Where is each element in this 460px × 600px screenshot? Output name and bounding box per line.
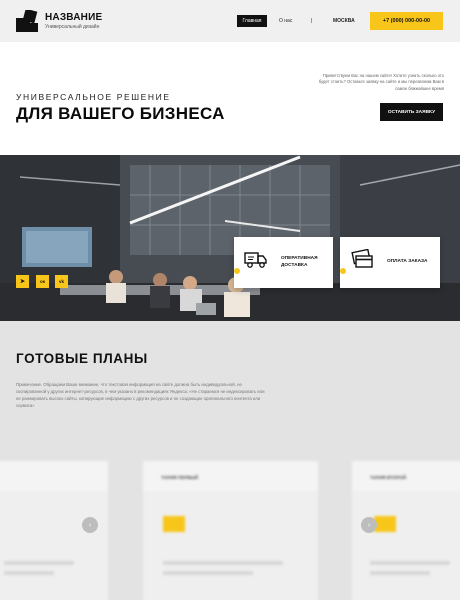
nav-about[interactable]: О нас [279,18,292,24]
telegram-icon[interactable]: ➤ [16,275,29,288]
feature-label-line: ДОСТАВКА [281,262,308,268]
phone-button[interactable]: +7 (000) 000-00-00 [370,12,443,30]
logo-icon[interactable] [16,10,38,32]
placeholder-line [370,571,430,575]
plan-name: ТАРИФ ПЕРВЫЙ [161,475,199,480]
site-header: НАЗВАНИЕ Универсальный дизайн Главная О … [0,0,460,42]
feature-card-payment[interactable]: ОПЛАТА ЗАКАЗА [340,237,440,288]
section-title: ГОТОВЫЕ ПЛАНЫ [16,351,148,366]
accent-dot [234,268,240,274]
delivery-truck-icon [244,252,267,268]
brand-name[interactable]: НАЗВАНИЕ [45,12,102,23]
accent-dot [340,268,346,274]
hero-note: Приветствуем Вас на нашем сайте! Хотите … [318,73,444,91]
placeholder-line [4,561,74,565]
placeholder-line [163,561,283,565]
placeholder-line [163,571,253,575]
plans-section: ГОТОВЫЕ ПЛАНЫ Примечание. Обращаем Ваше … [0,321,460,600]
nav-home[interactable]: Главная [237,15,267,27]
odnoklassniki-icon[interactable]: ок [36,275,49,288]
carousel-next-button[interactable]: › [361,517,377,533]
feature-label: ОПЕРАТИВНАЯ ДОСТАВКА [281,256,318,270]
plan-card[interactable]: ТАРИФ ПЕРВЫЙ [143,461,318,600]
plan-name: ТАРИФ ВТОРОЙ [370,475,406,480]
carousel-prev-button[interactable]: ‹ [82,517,98,533]
city-selector[interactable]: МОСКВА [333,18,355,24]
plan-accent [374,516,396,532]
feature-label: ОПЛАТА ЗАКАЗА [387,259,428,264]
payment-card-icon [351,249,373,268]
section-description: Примечание. Обращаем Ваше внимание, что … [16,382,265,408]
nav-separator: | [311,18,313,24]
order-button[interactable]: ОСТАВИТЬ ЗАЯВКУ [380,103,443,121]
plan-accent [163,516,185,532]
hero-subtitle: УНИВЕРСАЛЬНОЕ РЕШЕНИЕ [16,92,171,102]
feature-label-line: ОПЕРАТИВНАЯ [281,256,318,261]
brand-tagline: Универсальный дизайн [45,24,100,30]
placeholder-line [4,571,54,575]
plan-card-header [352,461,460,491]
placeholder-line [370,561,450,565]
hero-title: ДЛЯ ВАШЕГО БИЗНЕСА [16,104,225,123]
vk-icon[interactable]: vk [55,275,68,288]
plan-card-header [0,461,108,491]
feature-card-delivery[interactable]: ОПЕРАТИВНАЯ ДОСТАВКА [234,237,333,288]
